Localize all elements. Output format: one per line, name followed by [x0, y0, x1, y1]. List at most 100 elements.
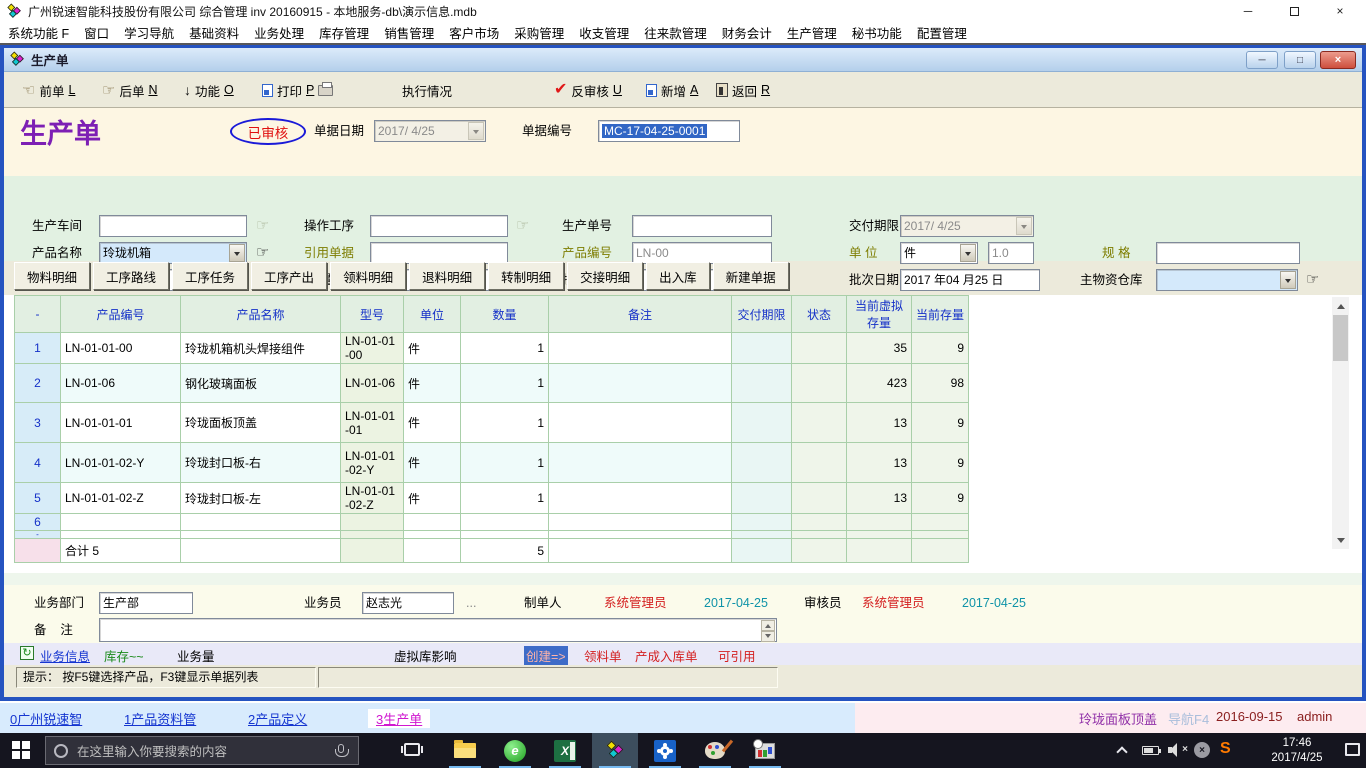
cell-qty[interactable]: 1 — [461, 333, 549, 364]
column-header[interactable]: 数量 — [461, 296, 549, 333]
menu-item[interactable]: 业务处理 — [254, 23, 304, 42]
detail-tab[interactable]: 退料明细 — [409, 262, 485, 290]
detail-tab[interactable]: 工序任务 — [172, 262, 248, 290]
detail-tab[interactable]: 出入库 — [646, 262, 710, 290]
menu-item[interactable]: 采购管理 — [514, 23, 564, 42]
menu-item[interactable]: 窗口 — [84, 23, 109, 42]
salesman-more-button[interactable]: ... — [466, 592, 476, 614]
cell-row-number[interactable]: 2 — [15, 364, 61, 403]
cell-deliver-date[interactable] — [732, 364, 792, 403]
refresh-icon[interactable]: ↻ — [20, 646, 34, 660]
cell-note[interactable] — [549, 364, 732, 403]
cell-deliver-date[interactable] — [732, 333, 792, 364]
taskbar-file-explorer[interactable] — [442, 733, 488, 768]
column-header[interactable]: 状态 — [792, 296, 847, 333]
menu-item[interactable]: 销售管理 — [384, 23, 434, 42]
cell-virtual-stock[interactable]: 423 — [847, 364, 912, 403]
spec-input[interactable] — [1156, 242, 1300, 264]
cell-product-code[interactable]: LN-01-06 — [61, 364, 181, 403]
prev-doc-button[interactable]: ☜ 前单L — [22, 79, 75, 101]
return-button[interactable]: 返回R — [716, 79, 770, 101]
column-header[interactable]: 单位 — [404, 296, 461, 333]
cell-deliver-date[interactable] — [732, 403, 792, 443]
cell-product-code[interactable] — [61, 514, 181, 531]
cell-unit[interactable]: 件 — [404, 403, 461, 443]
warehouse-picker-hand-icon[interactable]: ☞ — [1306, 269, 1319, 291]
detail-tab[interactable]: 工序产出 — [251, 262, 327, 290]
menu-item[interactable]: 系统功能 F — [8, 23, 69, 42]
cell-model[interactable]: LN-01-06 — [341, 364, 404, 403]
table-row[interactable]: 1 LN-01-01-00 玲珑机箱机头焊接组件 LN-01-01-00 件 1… — [15, 333, 969, 364]
cell-qty[interactable]: 1 — [461, 364, 549, 403]
detail-tab[interactable]: 交接明细 — [567, 262, 643, 290]
menu-item[interactable]: 往来款管理 — [644, 23, 707, 42]
cell-qty[interactable]: 1 — [461, 443, 549, 483]
cell-model[interactable] — [341, 514, 404, 531]
detail-tab[interactable]: 物料明细 — [14, 262, 90, 290]
function-button[interactable]: ↓ 功能O — [184, 79, 234, 101]
action-center-icon[interactable] — [1345, 743, 1360, 756]
column-header[interactable]: 当前虚拟存量 — [847, 296, 912, 333]
scrollbar-thumb[interactable] — [1333, 315, 1348, 361]
workshop-input[interactable] — [99, 215, 247, 237]
taskbar-paint[interactable] — [692, 733, 738, 768]
cell-model[interactable]: LN-01-01-02-Z — [341, 483, 404, 514]
prod-order-input[interactable] — [632, 215, 772, 237]
cell-product-code[interactable]: LN-01-01-02-Y — [61, 443, 181, 483]
cell-note[interactable] — [549, 443, 732, 483]
menu-item[interactable]: 基础资料 — [189, 23, 239, 42]
cell-status[interactable] — [792, 483, 847, 514]
task-view-icon[interactable] — [404, 743, 420, 756]
start-button[interactable] — [12, 741, 30, 759]
cell-row-number[interactable]: 5 — [15, 483, 61, 514]
menu-item[interactable]: 配置管理 — [917, 23, 967, 42]
taskbar-settings-app[interactable] — [642, 733, 688, 768]
column-header[interactable]: 产品编号 — [61, 296, 181, 333]
menu-item[interactable]: 学习导航 — [124, 23, 174, 42]
cell-product-name[interactable]: 玲珑机箱机头焊接组件 — [181, 333, 341, 364]
spinner-up-icon[interactable] — [761, 620, 775, 631]
cell-row-number[interactable]: 4 — [15, 443, 61, 483]
microphone-icon[interactable] — [338, 744, 344, 753]
cell-row-number[interactable]: 6 — [15, 514, 61, 531]
menu-item[interactable]: 秘书功能 — [852, 23, 902, 42]
dropdown-arrow-icon[interactable] — [1280, 271, 1296, 289]
product-name-combo[interactable]: 玲珑机箱 — [99, 242, 247, 264]
cell-product-name[interactable]: 钢化玻璃面板 — [181, 364, 341, 403]
cell-status[interactable] — [792, 364, 847, 403]
unit-combo[interactable]: 件 — [900, 242, 978, 264]
cell-note[interactable] — [549, 333, 732, 364]
table-row[interactable]: 4 LN-01-01-02-Y 玲珑封口板-右 LN-01-01-02-Y 件 … — [15, 443, 969, 483]
cell-product-name[interactable] — [181, 514, 341, 531]
cell-unit[interactable]: 件 — [404, 364, 461, 403]
taskbar-chart-app[interactable] — [742, 733, 788, 768]
deliver-date-picker[interactable]: 2017/ 4/25 — [900, 215, 1034, 237]
cell-product-name[interactable]: 玲珑面板顶盖 — [181, 403, 341, 443]
cell-row-number[interactable]: 3 — [15, 403, 61, 443]
cell-virtual-stock[interactable]: 13 — [847, 403, 912, 443]
add-new-button[interactable]: 新增A — [646, 79, 698, 101]
column-header[interactable]: 产品名称 — [181, 296, 341, 333]
menu-item[interactable]: 客户市场 — [449, 23, 499, 42]
batch-date-input[interactable]: 2017 年04 月25 日 — [900, 269, 1040, 291]
cell-unit[interactable]: 件 — [404, 333, 461, 364]
scroll-up-button[interactable] — [1332, 297, 1349, 314]
cell-product-name[interactable]: 玲珑封口板-右 — [181, 443, 341, 483]
tray-expand-icon[interactable] — [1116, 746, 1127, 757]
doc-no-input[interactable]: MC-17-04-25-0001 — [598, 120, 740, 142]
window-maximize-button[interactable]: □ — [1284, 51, 1316, 69]
cell-stock[interactable]: 9 — [912, 403, 969, 443]
next-doc-button[interactable]: ☞ 后单N — [102, 79, 158, 101]
column-header[interactable]: 备注 — [549, 296, 732, 333]
detail-tab[interactable]: 工序路线 — [93, 262, 169, 290]
table-row[interactable]: 2 LN-01-06 钢化玻璃面板 LN-01-06 件 1 423 98 — [15, 364, 969, 403]
app-minimize-button[interactable]: ─ — [1226, 0, 1270, 22]
taskbar-browser[interactable]: e — [492, 733, 538, 768]
table-row[interactable]: 5 LN-01-01-02-Z 玲珑封口板-左 LN-01-01-02-Z 件 … — [15, 483, 969, 514]
dropdown-arrow-icon[interactable] — [960, 244, 976, 262]
cell-model[interactable]: LN-01-01-02-Y — [341, 443, 404, 483]
unaudit-button[interactable]: ✔ 反审核U — [554, 79, 622, 101]
product-code-input[interactable]: LN-00 — [632, 242, 772, 264]
cell-model[interactable]: LN-01-01-00 — [341, 333, 404, 364]
menu-item[interactable]: 库存管理 — [319, 23, 369, 42]
